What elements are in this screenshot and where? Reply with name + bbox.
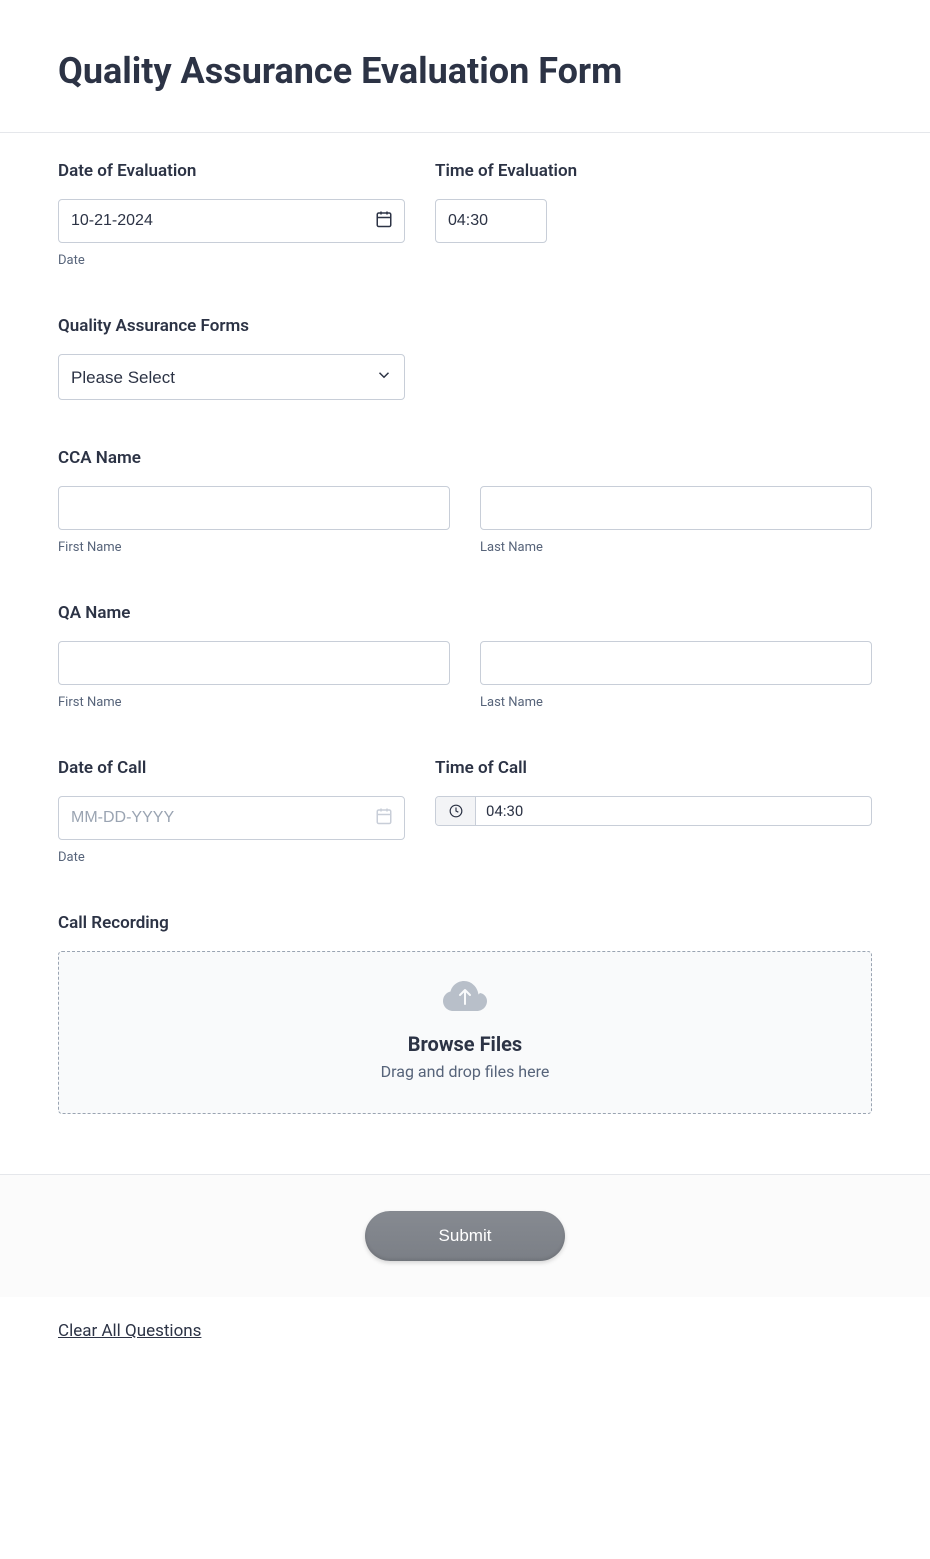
clear-section: Clear All Questions	[0, 1297, 930, 1391]
form-body: Date of Evaluation Date Time of E	[0, 133, 930, 1174]
time-evaluation-input[interactable]	[435, 199, 547, 243]
qa-first-name-input[interactable]	[58, 641, 450, 685]
row-call-datetime: Date of Call Date Time of Call	[58, 758, 872, 865]
cca-first-col: First Name	[58, 486, 450, 555]
form-container: Quality Assurance Evaluation Form Date o…	[0, 0, 930, 1391]
clock-icon	[436, 797, 476, 825]
col-time-call: Time of Call 04:30	[435, 758, 872, 865]
cca-last-col: Last Name	[480, 486, 872, 555]
time-call-value: 04:30	[476, 797, 871, 825]
cca-name-inputs: First Name Last Name	[58, 486, 872, 555]
col-time-evaluation: Time of Evaluation	[435, 161, 872, 268]
label-time-call: Time of Call	[435, 758, 872, 778]
qa-name-inputs: First Name Last Name	[58, 641, 872, 710]
label-qa-name: QA Name	[58, 603, 872, 623]
row-cca-name: CCA Name First Name Last Name	[58, 448, 872, 555]
upload-browse-text: Browse Files	[408, 1032, 522, 1056]
file-upload-dropzone[interactable]: Browse Files Drag and drop files here	[58, 951, 872, 1114]
row-evaluation-datetime: Date of Evaluation Date Time of E	[58, 161, 872, 268]
date-evaluation-input[interactable]	[58, 199, 405, 243]
cca-last-name-input[interactable]	[480, 486, 872, 530]
submit-button[interactable]: Submit	[365, 1211, 565, 1261]
qa-last-name-input[interactable]	[480, 641, 872, 685]
label-time-evaluation: Time of Evaluation	[435, 161, 872, 181]
label-cca-name: CCA Name	[58, 448, 872, 468]
col-date-evaluation: Date of Evaluation Date	[58, 161, 405, 268]
upload-cloud-icon	[443, 980, 487, 1020]
date-call-input[interactable]	[58, 796, 405, 840]
qa-first-col: First Name	[58, 641, 450, 710]
qa-forms-wrap: Please Select	[58, 354, 405, 400]
label-date-call: Date of Call	[58, 758, 405, 778]
time-evaluation-wrap	[435, 199, 547, 243]
sublabel-date-evaluation: Date	[58, 253, 405, 268]
row-qa-forms: Quality Assurance Forms Please Select	[58, 316, 872, 400]
time-call-group[interactable]: 04:30	[435, 796, 872, 826]
clear-all-link[interactable]: Clear All Questions	[58, 1321, 201, 1341]
col-date-call: Date of Call Date	[58, 758, 405, 865]
sublabel-cca-last: Last Name	[480, 540, 872, 555]
label-call-recording: Call Recording	[58, 913, 872, 933]
col-qa-forms: Quality Assurance Forms Please Select	[58, 316, 405, 400]
date-evaluation-wrap	[58, 199, 405, 243]
page-title: Quality Assurance Evaluation Form	[58, 50, 872, 92]
upload-drag-text: Drag and drop files here	[381, 1062, 550, 1081]
sublabel-qa-first: First Name	[58, 695, 450, 710]
label-date-evaluation: Date of Evaluation	[58, 161, 405, 181]
label-qa-forms: Quality Assurance Forms	[58, 316, 405, 336]
qa-forms-select[interactable]: Please Select	[58, 354, 405, 400]
sublabel-qa-last: Last Name	[480, 695, 872, 710]
row-qa-name: QA Name First Name Last Name	[58, 603, 872, 710]
sublabel-date-call: Date	[58, 850, 405, 865]
row-call-recording: Call Recording Browse Files Drag and dro…	[58, 913, 872, 1114]
form-footer: Submit	[0, 1174, 930, 1297]
form-header: Quality Assurance Evaluation Form	[0, 0, 930, 133]
qa-last-col: Last Name	[480, 641, 872, 710]
cca-first-name-input[interactable]	[58, 486, 450, 530]
sublabel-cca-first: First Name	[58, 540, 450, 555]
date-call-wrap	[58, 796, 405, 840]
